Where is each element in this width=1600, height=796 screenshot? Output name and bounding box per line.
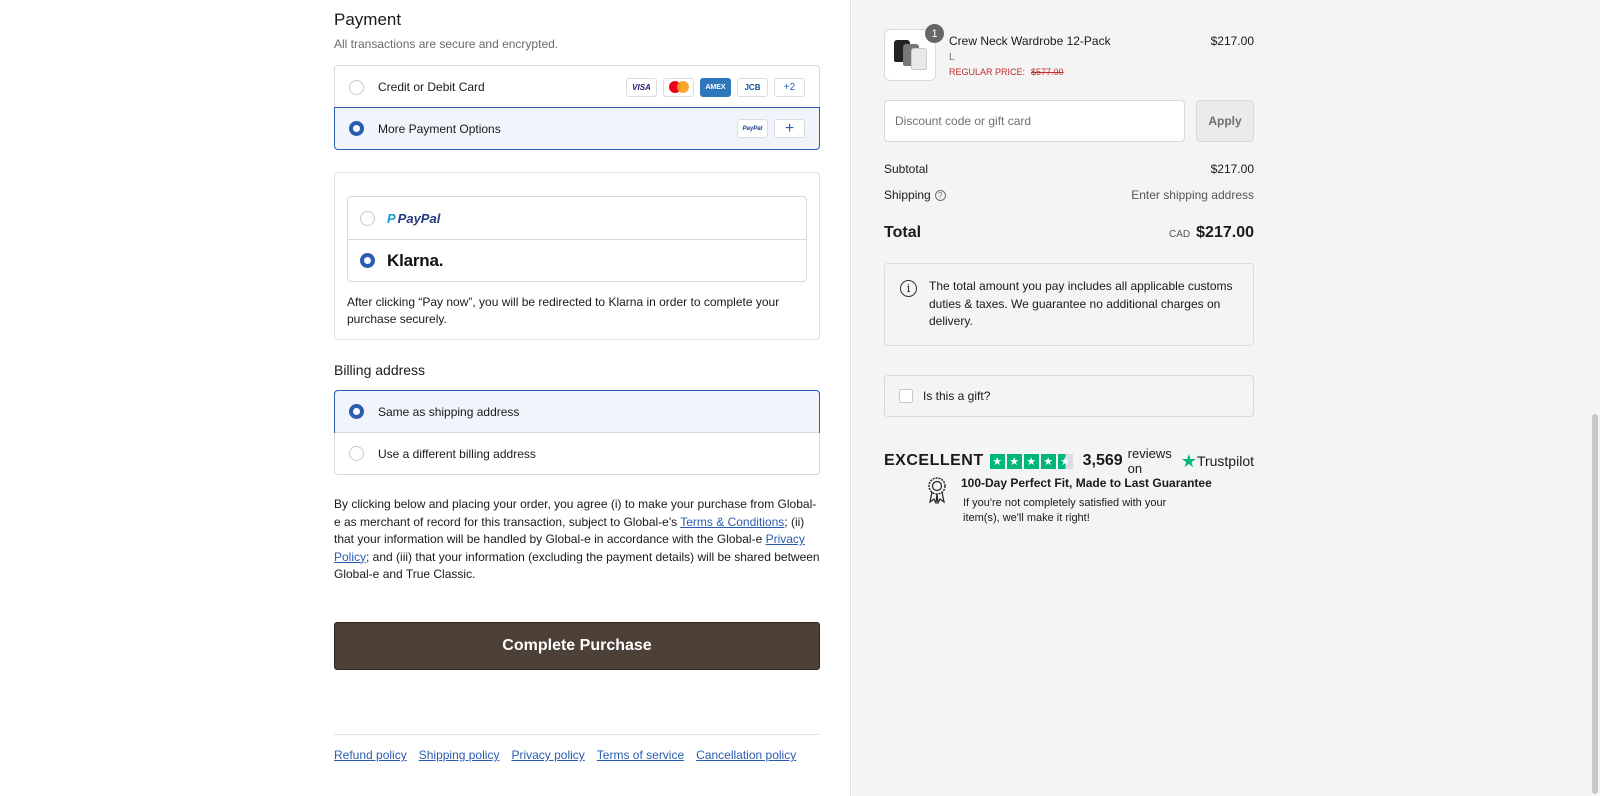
plus-icon: + (774, 119, 805, 138)
total-value: $217.00 (1196, 224, 1254, 241)
trustpilot-star-icon: ★ (1180, 450, 1197, 471)
guarantee-title: 100-Day Perfect Fit, Made to Last Guaran… (961, 476, 1212, 490)
star-icon: ★ (989, 453, 1005, 469)
award-badge-icon (928, 477, 946, 504)
refund-policy-link[interactable]: Refund policy (334, 748, 407, 762)
duties-text: The total amount you pay includes all ap… (929, 279, 1233, 328)
half-star-icon: ★ (1057, 453, 1073, 469)
scrollbar[interactable] (1592, 414, 1598, 794)
item-size: L (949, 52, 955, 63)
billing-option-label: Same as shipping address (378, 404, 520, 419)
footer-divider (334, 734, 820, 735)
complete-purchase-button[interactable]: Complete Purchase (334, 622, 820, 670)
gift-label: Is this a gift? (923, 389, 991, 403)
wallet-option-klarna[interactable]: Klarna. (348, 239, 806, 281)
billing-options: Same as shipping address Use a different… (334, 390, 820, 475)
billing-option-label: Use a different billing address (378, 446, 536, 461)
product-thumbnail: 1 (884, 24, 944, 81)
visa-icon: VISA (626, 77, 657, 97)
payment-title: Payment (334, 10, 402, 29)
item-price: $217.00 (1210, 34, 1254, 48)
discount-code-input[interactable] (884, 100, 1185, 142)
redirect-note: After clicking “Pay now”, you will be re… (347, 295, 780, 326)
total-row: Total CAD $217.00 (884, 224, 1254, 242)
shipping-policy-link[interactable]: Shipping policy (419, 748, 500, 762)
review-count: 3,569 (1082, 452, 1123, 469)
more-payment-panel: P PayPal Klarna. After clicking “Pay now… (334, 172, 820, 340)
apply-button[interactable]: Apply (1196, 100, 1254, 142)
gift-checkbox[interactable] (899, 389, 913, 403)
cancellation-policy-link[interactable]: Cancellation policy (696, 748, 796, 762)
info-icon: i (900, 280, 917, 297)
payment-option-more[interactable]: More Payment Options PayPal + (334, 107, 820, 150)
paypal-icon: PayPal (737, 119, 768, 138)
billing-option-same[interactable]: Same as shipping address (334, 390, 820, 433)
subtotal-value: $217.00 (1210, 162, 1254, 176)
payment-option-label: More Payment Options (378, 121, 501, 136)
currency-code: CAD (1169, 229, 1191, 240)
payment-subtitle: All transactions are secure and encrypte… (334, 37, 559, 51)
cart-item: 1 Crew Neck Wardrobe 12-Pack L REGULAR P… (884, 24, 1254, 83)
footer-links: Refund policy Shipping policy Privacy po… (334, 748, 796, 762)
rating-stars: ★ ★ ★ ★ ★ (989, 453, 1073, 469)
radio-same-address[interactable] (349, 404, 364, 419)
subtotal-row: Subtotal $217.00 (884, 162, 1254, 176)
amex-icon: AMEX (700, 77, 731, 97)
payment-option-card[interactable]: Credit or Debit Card VISA AMEX JCB +2 (335, 66, 819, 108)
shirt-image (911, 48, 927, 70)
terms-link[interactable]: Terms & Conditions (680, 515, 784, 529)
help-icon[interactable]: ? (934, 190, 946, 202)
payment-options: Credit or Debit Card VISA AMEX JCB +2 Mo… (334, 65, 820, 150)
star-icon: ★ (1023, 453, 1039, 469)
legal-text: By clicking below and placing your order… (334, 497, 820, 581)
guarantee-text: If you're not completely satisfied with … (963, 497, 1167, 524)
gift-option[interactable]: Is this a gift? (884, 375, 1254, 417)
regular-price: REGULAR PRICE: $577.00 (949, 67, 1064, 77)
billing-option-different[interactable]: Use a different billing address (335, 432, 819, 474)
wallet-options: P PayPal Klarna. (347, 196, 807, 282)
radio-paypal[interactable] (360, 210, 375, 226)
card-brands: VISA AMEX JCB +2 (626, 77, 805, 97)
radio-more-options[interactable] (349, 121, 364, 136)
wallet-option-paypal[interactable]: P PayPal (348, 197, 806, 239)
shipping-row: Shipping? Enter shipping address (884, 188, 1254, 202)
total-label: Total (884, 224, 922, 241)
item-name: Crew Neck Wardrobe 12-Pack (949, 34, 1111, 48)
terms-of-service-link[interactable]: Terms of service (597, 748, 684, 762)
shipping-value: Enter shipping address (1131, 188, 1254, 202)
paypal-p-icon: P (387, 210, 396, 226)
trustpilot-widget[interactable]: EXCELLENT ★ ★ ★ ★ ★ 3,569 reviews on ★ T… (884, 446, 1254, 476)
star-icon: ★ (1040, 453, 1056, 469)
rating-word: EXCELLENT (884, 452, 984, 469)
reviews-on-label: reviews on (1127, 446, 1172, 476)
jcb-icon: JCB (737, 77, 768, 97)
privacy-policy-footer-link[interactable]: Privacy policy (511, 748, 584, 762)
radio-different-address[interactable] (349, 446, 364, 461)
billing-title: Billing address (334, 362, 426, 378)
payment-option-label: Credit or Debit Card (378, 80, 485, 94)
subtotal-label: Subtotal (884, 162, 929, 176)
shipping-label: Shipping (884, 188, 931, 202)
star-icon: ★ (1006, 453, 1022, 469)
more-cards-badge: +2 (774, 77, 805, 97)
trustpilot-brand: Trustpilot (1196, 453, 1254, 469)
duties-notice: i The total amount you pay includes all … (884, 263, 1254, 346)
more-options-brands: PayPal + (737, 119, 805, 138)
radio-card[interactable] (349, 79, 364, 95)
radio-klarna[interactable] (360, 253, 375, 268)
paypal-logo: P PayPal (387, 210, 441, 226)
quantity-badge: 1 (925, 24, 944, 43)
klarna-logo: Klarna. (387, 250, 444, 270)
mastercard-icon (663, 77, 694, 97)
